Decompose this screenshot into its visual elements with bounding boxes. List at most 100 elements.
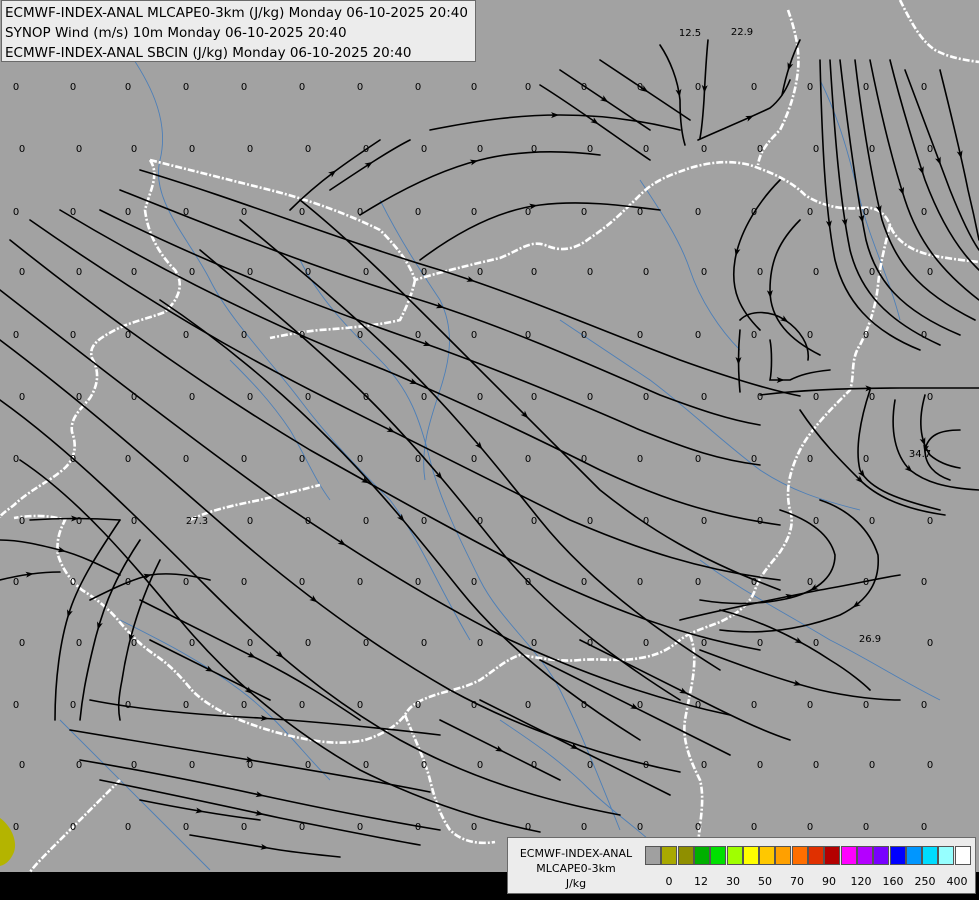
cin-value-label: 0 xyxy=(247,392,253,403)
cin-value-label: 0 xyxy=(807,577,813,588)
legend-tick-label: 70 xyxy=(790,875,804,888)
cin-value-label: 0 xyxy=(921,82,927,93)
cin-value-label: 0 xyxy=(643,267,649,278)
cin-value-label: 0 xyxy=(637,454,643,465)
cin-value-label: 0 xyxy=(869,144,875,155)
cin-value-label: 0 xyxy=(757,638,763,649)
cin-value-label: 0 xyxy=(581,700,587,711)
cin-value-label: 0 xyxy=(305,267,311,278)
cin-value-label: 0 xyxy=(241,700,247,711)
cin-value-label: 0 xyxy=(695,577,701,588)
cin-value-label: 0 xyxy=(477,516,483,527)
cin-value-label: 0 xyxy=(863,577,869,588)
cin-value-label: 0 xyxy=(183,822,189,833)
cin-value-label: 0 xyxy=(751,700,757,711)
legend-tick-label: 250 xyxy=(914,875,936,888)
cin-value-label: 0 xyxy=(183,207,189,218)
cin-value-label: 0 xyxy=(421,392,427,403)
legend-title: ECMWF-INDEX-ANAL MLCAPE0-3km J/kg xyxy=(512,846,640,891)
cin-value-label: 0 xyxy=(421,516,427,527)
cin-value-label: 0 xyxy=(701,760,707,771)
wind-arrowhead xyxy=(898,186,904,196)
cin-value-label: 0 xyxy=(581,454,587,465)
legend-parameter: MLCAPE0-3km xyxy=(536,862,616,875)
cin-value-label: 0 xyxy=(421,638,427,649)
cin-value-label: 0 xyxy=(637,700,643,711)
cin-value-label: 0 xyxy=(757,144,763,155)
cin-value-label: 0 xyxy=(183,454,189,465)
cin-value-label: 0 xyxy=(125,577,131,588)
cin-value-label: 0 xyxy=(525,82,531,93)
cin-value-label: 0 xyxy=(581,207,587,218)
cin-value-label: 0 xyxy=(807,207,813,218)
cin-value-label: 0 xyxy=(247,267,253,278)
cin-value-label: 0 xyxy=(531,392,537,403)
legend-swatch xyxy=(824,846,841,865)
legend-tick-label: 50 xyxy=(758,875,772,888)
cin-value-label: 0 xyxy=(70,454,76,465)
cin-value-label: 0 xyxy=(305,638,311,649)
legend-swatch xyxy=(710,846,727,865)
cin-value-label: 0 xyxy=(695,822,701,833)
country-borders xyxy=(0,0,979,873)
cin-value-label: 0 xyxy=(363,760,369,771)
cin-value-label: 0 xyxy=(241,330,247,341)
cin-value-label: 0 xyxy=(131,516,137,527)
cin-value-label: 0 xyxy=(921,700,927,711)
cin-value-label: 0 xyxy=(477,638,483,649)
cin-value-label: 0 xyxy=(70,700,76,711)
cin-value-label: 0 xyxy=(363,638,369,649)
cin-value-label: 0 xyxy=(415,700,421,711)
cin-value-label: 0 xyxy=(357,207,363,218)
cin-value-label: 0 xyxy=(471,822,477,833)
cin-value-label: 0 xyxy=(701,392,707,403)
cin-value-label: 0 xyxy=(70,330,76,341)
legend-swatch xyxy=(840,846,857,865)
cin-value-label: 0 xyxy=(421,144,427,155)
cin-value-label: 0 xyxy=(531,144,537,155)
cin-value-label: 0 xyxy=(189,267,195,278)
wind-arrowhead xyxy=(337,538,346,546)
cin-value-label: 0 xyxy=(299,207,305,218)
cin-value-label: 0 xyxy=(357,822,363,833)
cin-value-label: 0 xyxy=(813,267,819,278)
cin-value-label: 0 xyxy=(477,392,483,403)
cin-value-label: 0 xyxy=(751,82,757,93)
cin-value-label: 0 xyxy=(421,760,427,771)
cin-value-label: 0 xyxy=(125,454,131,465)
cin-value-label: 0 xyxy=(643,144,649,155)
cin-value-label: 0 xyxy=(587,760,593,771)
cin-value-label: 0 xyxy=(19,392,25,403)
cin-value-label: 0 xyxy=(525,207,531,218)
cin-value-label: 0 xyxy=(13,207,19,218)
cin-value-label: 0 xyxy=(299,822,305,833)
cin-value-label: 0 xyxy=(70,577,76,588)
legend-swatch xyxy=(922,846,939,865)
legend-unit: J/kg xyxy=(565,877,587,890)
cin-value-label: 0 xyxy=(813,516,819,527)
cin-value-label: 0 xyxy=(587,638,593,649)
cin-value-label: 0 xyxy=(305,392,311,403)
cin-value-label: 0 xyxy=(299,577,305,588)
wind-arrowhead xyxy=(917,166,924,175)
cin-value-label: 0 xyxy=(305,516,311,527)
cin-value-label: 0 xyxy=(189,144,195,155)
cin-value-label: 0 xyxy=(525,330,531,341)
cin-value-label: 0 xyxy=(70,822,76,833)
cin-value-label: 0 xyxy=(751,577,757,588)
wind-arrowheads xyxy=(25,62,963,850)
wind-arrowhead xyxy=(794,637,803,644)
cin-value-label: 0 xyxy=(415,577,421,588)
cin-value-label: 0 xyxy=(357,82,363,93)
cin-value-label: 0 xyxy=(183,700,189,711)
cin-value-label: 0 xyxy=(299,330,305,341)
cin-value-label: 0 xyxy=(813,392,819,403)
cin-value-label: 0 xyxy=(471,700,477,711)
cin-value-label: 0 xyxy=(471,207,477,218)
cin-value-label: 0 xyxy=(637,82,643,93)
cin-value-label: 0 xyxy=(587,144,593,155)
wind-arrowhead xyxy=(495,745,504,752)
cin-value-label: 0 xyxy=(477,760,483,771)
cin-value-label: 0 xyxy=(13,330,19,341)
wind-arrowhead xyxy=(745,115,754,122)
